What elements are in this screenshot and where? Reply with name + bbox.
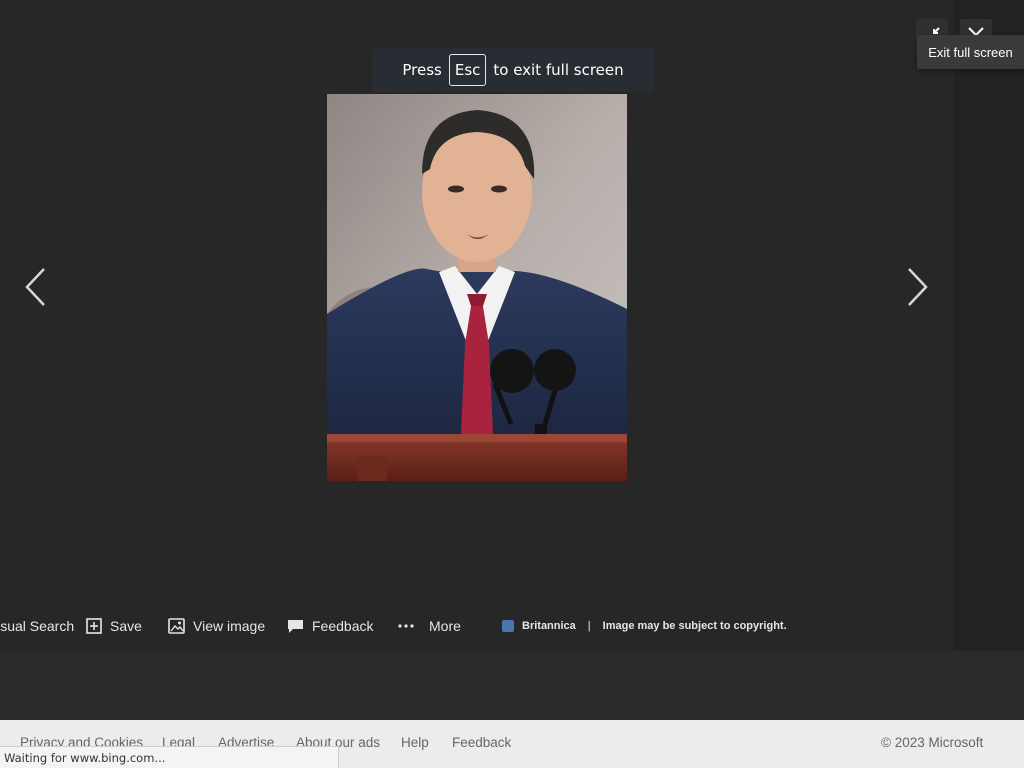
view-image-button[interactable]: View image <box>168 612 265 640</box>
image-source: Britannica | Image may be subject to cop… <box>502 612 787 640</box>
exit-fullscreen-tooltip: Exit full screen <box>917 35 1024 69</box>
save-button[interactable]: Save <box>86 612 142 640</box>
visual-search-label: Visual Search <box>0 618 75 634</box>
portrait-illustration <box>327 94 627 481</box>
esc-key-label: Esc <box>448 54 487 86</box>
save-label: Save <box>110 618 142 634</box>
next-image-button[interactable] <box>898 262 938 312</box>
main-image <box>327 94 627 481</box>
feedback-button[interactable]: Feedback <box>287 612 373 640</box>
save-icon <box>86 618 102 634</box>
right-panel-edge <box>954 0 1024 651</box>
fullscreen-hint: Press Esc to exit full screen <box>372 48 654 92</box>
fullscreen-hint-rest: to exit full screen <box>493 61 624 79</box>
source-name-link[interactable]: Britannica <box>522 620 576 632</box>
feedback-icon <box>288 620 303 633</box>
chevron-right-icon <box>908 268 928 306</box>
copyright-notice: Image may be subject to copyright. <box>602 620 787 632</box>
footer-copyright: © 2023 Microsoft <box>881 735 984 750</box>
footer-help-link[interactable]: Help <box>401 735 429 750</box>
feedback-label: Feedback <box>312 618 374 634</box>
more-icon <box>398 624 414 628</box>
previous-image-button[interactable] <box>15 262 55 312</box>
footer-feedback-link[interactable]: Feedback <box>452 735 511 750</box>
view-image-label: View image <box>193 618 266 634</box>
source-separator: | <box>587 620 591 632</box>
view-image-icon <box>168 618 185 634</box>
image-viewer: Press Esc to exit full screen sual Searc… <box>0 0 954 651</box>
image-toolbar: Visual Search Save View image Feedback <box>0 612 954 640</box>
more-label: More <box>429 618 461 634</box>
fullscreen-hint-press: Press <box>402 61 442 79</box>
page-background <box>0 651 1024 720</box>
more-button[interactable]: More <box>397 612 461 640</box>
chevron-left-icon <box>25 268 45 306</box>
browser-status-bar: Waiting for www.bing.com... <box>0 746 339 768</box>
visual-search-button[interactable]: Visual Search <box>0 612 74 640</box>
britannica-icon <box>502 620 514 632</box>
